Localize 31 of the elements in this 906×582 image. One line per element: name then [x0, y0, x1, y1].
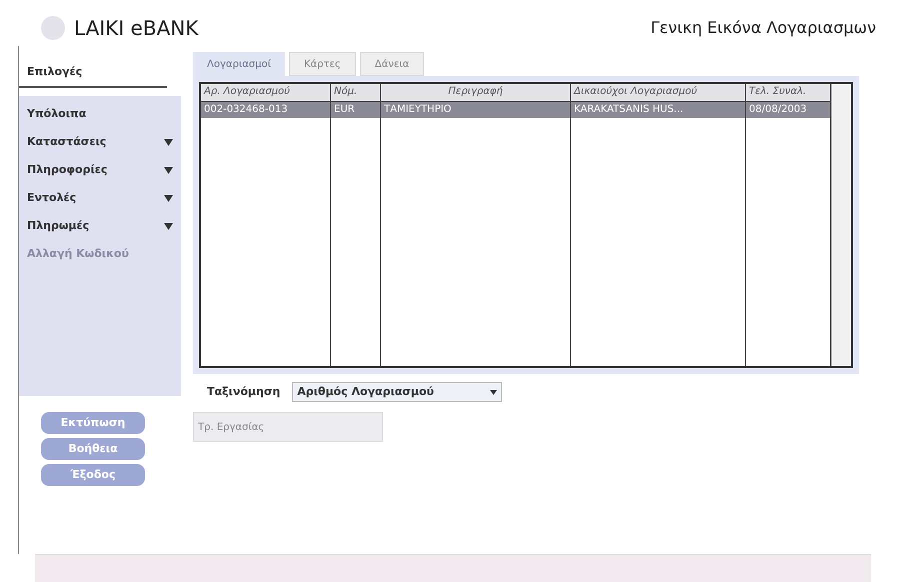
logo-icon — [40, 15, 66, 41]
table-cell: KARAKATSANIS HUS... — [571, 102, 746, 118]
sidebar-item[interactable]: Πληροφορίες — [19, 156, 181, 184]
sidebar-item[interactable]: Πληρωμές — [19, 212, 181, 240]
column-header[interactable]: Δικαιούχοι Λογαριασμού — [571, 84, 746, 102]
page-title: Γενικη Εικόνα Λογαριασμων — [650, 17, 876, 39]
sidebar-item[interactable]: Καταστάσεις — [19, 128, 181, 156]
column-header[interactable]: Τελ. Συναλ. — [746, 84, 831, 102]
sidebar-item[interactable]: Εντολές — [19, 184, 181, 212]
caret-icon — [164, 166, 173, 174]
table-row[interactable]: 002-032468-013 EUR ΤΑΜΙΕΥΤΗΡΙΟ KARAKATSANIS HUS... 08/08/2003 — [201, 102, 831, 118]
column-header[interactable]: Νόμ. — [331, 84, 381, 102]
scrollbar[interactable] — [831, 84, 851, 366]
logo-text: LAIKI eBANK — [74, 15, 198, 42]
table-cell: EUR — [331, 102, 381, 118]
tab[interactable]: Κάρτες — [289, 52, 356, 76]
table-cell: 002-032468-013 — [201, 102, 331, 118]
caret-icon — [164, 222, 173, 230]
caret-icon — [490, 390, 498, 394]
column-header[interactable]: Περιγραφή — [381, 84, 571, 102]
table-cell: ΤΑΜΙΕΥΤΗΡΙΟ — [381, 102, 571, 118]
caret-icon — [164, 194, 173, 202]
sort-label: Ταξινόμηση — [207, 384, 280, 400]
tab[interactable]: Λογαριασμοί — [193, 52, 285, 76]
caret-icon — [164, 138, 173, 146]
tab[interactable]: Δάνεια — [360, 52, 424, 76]
sort-dropdown[interactable]: Αριθμός Λογαριασμού — [292, 382, 502, 402]
sidebar-heading: Επιλογές — [27, 65, 82, 78]
sidebar-item[interactable]: Υπόλοιπα — [19, 100, 181, 128]
column-header[interactable]: Αρ. Λογαριασμού — [201, 84, 331, 102]
work-field[interactable]: Τρ. Εργασίας — [193, 412, 383, 442]
